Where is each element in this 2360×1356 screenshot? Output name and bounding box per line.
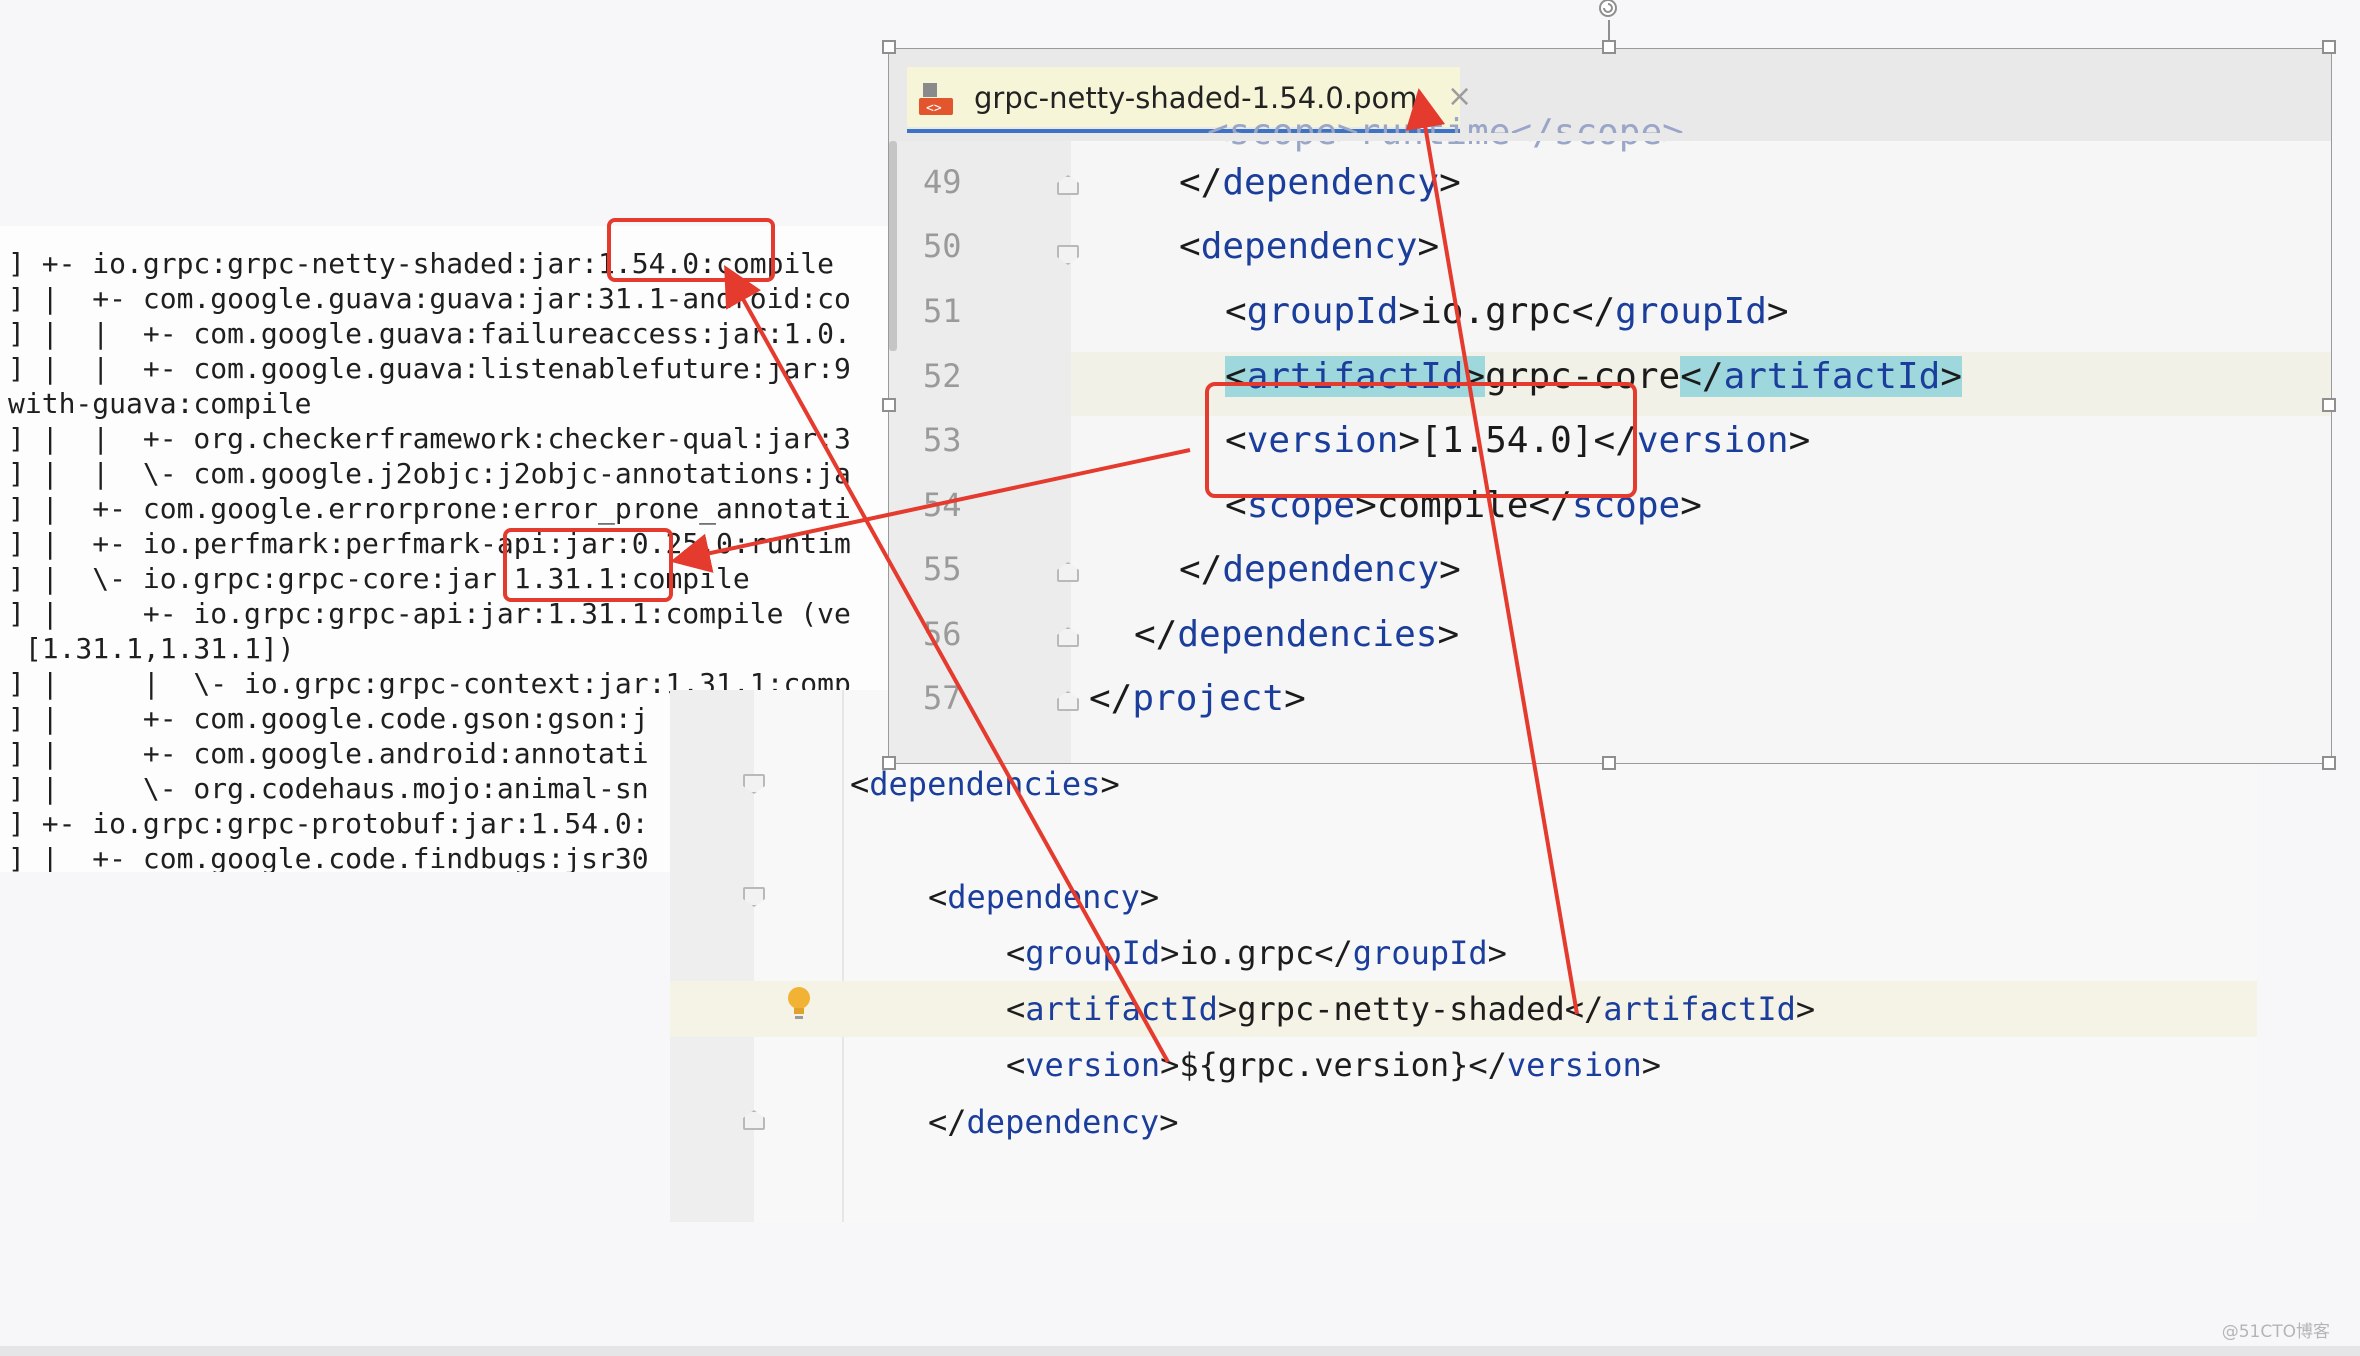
- rotate-handle-stem: [1608, 20, 1610, 42]
- editor-gutter: [889, 135, 1071, 763]
- terminal-line: ] | +- com.google.guava:guava:jar:31.1-a…: [8, 282, 851, 315]
- resize-handle[interactable]: [882, 40, 896, 54]
- bottom-bar: [0, 1346, 2360, 1356]
- rotate-handle-icon[interactable]: [1596, 0, 1620, 20]
- line-number: 54: [923, 486, 962, 524]
- code-line: <artifactId>grpc-netty-shaded</artifactI…: [1006, 990, 1816, 1028]
- code-line: <dependency>: [1179, 226, 1440, 267]
- tab-title: grpc-netty-shaded-1.54.0.pom: [974, 81, 1418, 115]
- line-number: 50: [923, 227, 962, 265]
- code-line: </dependency>: [1179, 162, 1461, 203]
- code-line: <dependencies>: [850, 765, 1120, 803]
- terminal-line: ] | +- com.google.errorprone:error_prone…: [8, 492, 851, 525]
- tab-bar-edge: [889, 133, 2331, 141]
- terminal-line: ] | | +- org.checkerframework:checker-qu…: [8, 422, 851, 455]
- code-line: <version>${grpc.version}</version>: [1006, 1046, 1662, 1084]
- code-line: </dependencies>: [1134, 614, 1460, 655]
- editor-gutter: [670, 690, 754, 1222]
- resize-handle[interactable]: [882, 756, 896, 770]
- gutter-separator: [842, 690, 844, 1222]
- terminal-line: with-guava:compile: [8, 387, 312, 420]
- resize-handle[interactable]: [2322, 398, 2336, 412]
- terminal-line: ] | | \- com.google.j2objc:j2objc-annota…: [8, 457, 851, 490]
- terminal-line: ] | +- io.grpc:grpc-api:jar:1.31.1:compi…: [8, 597, 851, 630]
- resize-handle[interactable]: [1602, 40, 1616, 54]
- resize-handle[interactable]: [882, 398, 896, 412]
- terminal-line: ] | \- org.codehaus.mojo:animal-sn: [8, 772, 649, 805]
- terminal-line: ] | +- io.perfmark:perfmark-api:jar:0.25…: [8, 527, 851, 560]
- line-number: 56: [923, 615, 962, 653]
- terminal-line: ] | +- com.google.code.findbugs:jsr30: [8, 842, 649, 872]
- code-line: </project>: [1089, 678, 1306, 719]
- terminal-line: ] +- io.grpc:grpc-protobuf:jar:1.54.0:: [8, 807, 649, 840]
- code-line: <groupId>io.grpc</groupId>: [1225, 291, 1789, 332]
- terminal-line: [1.31.1,1.31.1]): [8, 632, 295, 665]
- code-line: </dependency>: [928, 1103, 1179, 1141]
- line-number: 51: [923, 292, 962, 330]
- code-line: </dependency>: [1179, 549, 1461, 590]
- scrollbar[interactable]: [889, 141, 897, 351]
- terminal-line: ] | | +- com.google.guava:listenablefutu…: [8, 352, 851, 385]
- resize-handle[interactable]: [1602, 756, 1616, 770]
- code-line: <groupId>io.grpc</groupId>: [1006, 934, 1507, 972]
- terminal-line: ] | \- io.grpc:grpc-core:jar:1.31.1:comp…: [8, 562, 750, 595]
- line-number: 49: [923, 163, 962, 201]
- project-pom-editor[interactable]: <dependencies> <dependency> <groupId>io.…: [670, 690, 2257, 1222]
- library-pom-editor[interactable]: <> grpc-netty-shaded-1.54.0.pom × <scope…: [888, 48, 2332, 764]
- xml-file-icon: <>: [919, 83, 953, 116]
- code-line: <scope>compile</scope>: [1225, 485, 1702, 526]
- line-number: 52: [923, 357, 962, 395]
- line-number: 57: [923, 679, 962, 717]
- code-line: <artifactId>grpc-core</artifactId>: [1225, 356, 1962, 397]
- lightbulb-icon[interactable]: [786, 986, 812, 1024]
- terminal-line: ] | +- com.google.android:annotati: [8, 737, 649, 770]
- watermark: @51CTO博客: [2221, 1322, 2330, 1342]
- terminal-line: ] +- io.grpc:grpc-netty-shaded:jar:1.54.…: [8, 247, 835, 280]
- code-line: <version>[1.54.0]</version>: [1225, 420, 1811, 461]
- terminal-line: ] | | +- com.google.guava:failureaccess:…: [8, 317, 851, 350]
- line-number: 55: [923, 550, 962, 588]
- code-line: <dependency>: [928, 878, 1160, 916]
- close-icon[interactable]: ×: [1447, 79, 1472, 114]
- line-number: 53: [923, 421, 962, 459]
- resize-handle[interactable]: [2322, 756, 2336, 770]
- svg-text:<>: <>: [926, 101, 942, 115]
- terminal-line: ] | +- com.google.code.gson:gson:j: [8, 702, 649, 735]
- resize-handle[interactable]: [2322, 40, 2336, 54]
